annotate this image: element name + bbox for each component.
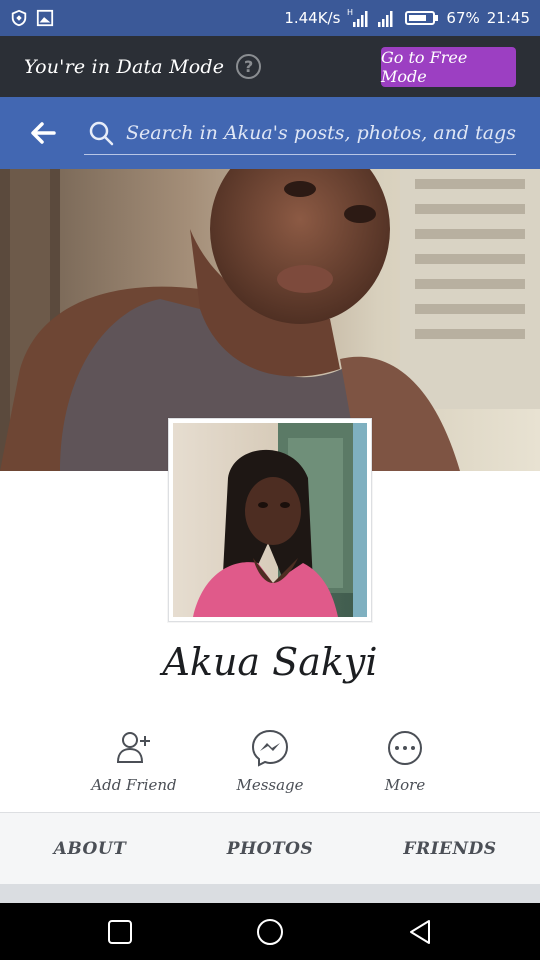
home-icon[interactable] xyxy=(255,917,285,947)
message-button[interactable]: Message xyxy=(200,728,340,794)
more-label: More xyxy=(384,776,426,794)
search-header: Search in Akua's posts, photos, and tags xyxy=(0,97,540,169)
data-mode-message: You're in Data Mode xyxy=(24,55,225,78)
question-icon[interactable]: ? xyxy=(236,54,262,79)
more-button[interactable]: More xyxy=(335,728,475,794)
tab-photos[interactable]: PHOTOS xyxy=(180,813,360,884)
battery-icon xyxy=(405,11,439,25)
clock: 21:45 xyxy=(486,9,530,27)
tab-about[interactable]: ABOUT xyxy=(0,813,180,884)
message-label: Message xyxy=(236,776,304,794)
search-input[interactable]: Search in Akua's posts, photos, and tags xyxy=(84,111,516,155)
back-arrow-icon[interactable] xyxy=(28,118,58,148)
messenger-icon xyxy=(251,729,289,767)
signal-h-icon: H xyxy=(347,8,368,27)
search-placeholder: Search in Akua's posts, photos, and tags xyxy=(126,121,516,144)
add-friend-button[interactable]: Add Friend xyxy=(64,728,204,794)
tab-friends[interactable]: FRIENDS xyxy=(360,813,540,884)
signal-icon xyxy=(378,11,393,27)
svg-text:H: H xyxy=(347,8,353,17)
back-icon[interactable] xyxy=(405,917,435,947)
android-nav-bar xyxy=(0,903,540,960)
recent-apps-icon[interactable] xyxy=(105,917,135,947)
shield-icon xyxy=(11,9,27,27)
gallery-icon xyxy=(36,9,54,27)
section-divider xyxy=(0,884,540,903)
battery-percent: 67% xyxy=(446,9,480,27)
data-mode-banner: You're in Data Mode ? Go to Free Mode xyxy=(0,36,540,97)
profile-actions: Add Friend Message More xyxy=(0,728,540,808)
search-icon xyxy=(89,121,114,145)
profile-picture[interactable] xyxy=(168,418,372,622)
more-icon xyxy=(388,731,422,765)
profile-name: Akua Sakyi xyxy=(162,640,378,684)
add-friend-icon xyxy=(116,732,150,763)
network-speed: 1.44K/s xyxy=(284,9,341,27)
profile-tabs: ABOUT PHOTOS FRIENDS xyxy=(0,812,540,884)
go-to-free-mode-button[interactable]: Go to Free Mode xyxy=(381,46,516,87)
add-friend-label: Add Friend xyxy=(91,776,177,794)
status-bar: 1.44K/s H 67% 21:45 xyxy=(0,0,540,36)
